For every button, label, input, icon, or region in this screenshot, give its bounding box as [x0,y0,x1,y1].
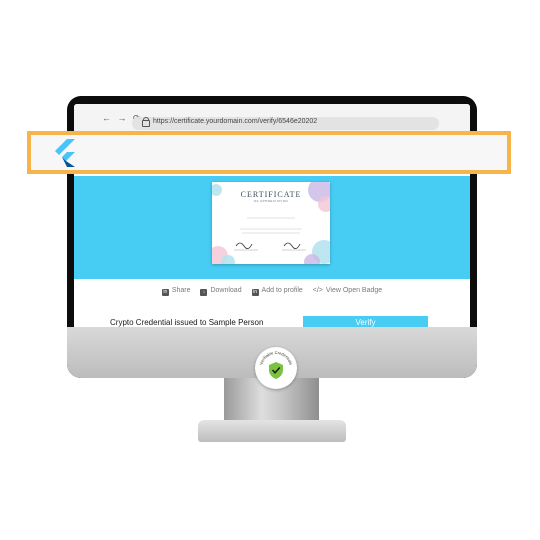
add-to-profile-button[interactable]: in Add to profile [251,287,303,296]
share-button[interactable]: in Share [161,287,191,296]
app-bar-highlight [27,131,511,174]
verify-button[interactable]: Verify [303,316,428,327]
monitor-stand-base [198,420,346,442]
address-bar-url[interactable]: https://certificate.yourdomain.com/verif… [153,118,317,125]
credential-title: Crypto Credential issued to Sample Perso… [110,318,264,327]
download-icon: ↓ [200,289,208,296]
linkedin-icon: in [161,289,169,296]
shield-check-icon [269,362,283,379]
lock-icon [142,117,150,127]
linkedin-icon: in [251,289,259,296]
verifiable-credentials-badge: Verifiable Credentials [255,347,297,389]
view-open-badge-label: View Open Badge [325,287,383,294]
view-open-badge-button[interactable]: </> View Open Badge [313,287,382,294]
certificate-preview[interactable]: CERTIFICATE OF APPRECIATION [212,182,330,264]
code-icon: </> [312,287,323,294]
add-to-profile-label: Add to profile [261,287,303,294]
share-label: Share [171,287,191,294]
download-label: Download [210,287,242,294]
credential-actions: in Share ↓ Download in Add to profile </> Vi… [74,287,470,296]
certificate-subtitle: OF APPRECIATION [253,199,289,203]
certificate-title: CERTIFICATE [240,190,302,199]
flutter-logo-icon[interactable] [52,139,78,167]
download-button[interactable]: ↓ Download [200,287,242,296]
